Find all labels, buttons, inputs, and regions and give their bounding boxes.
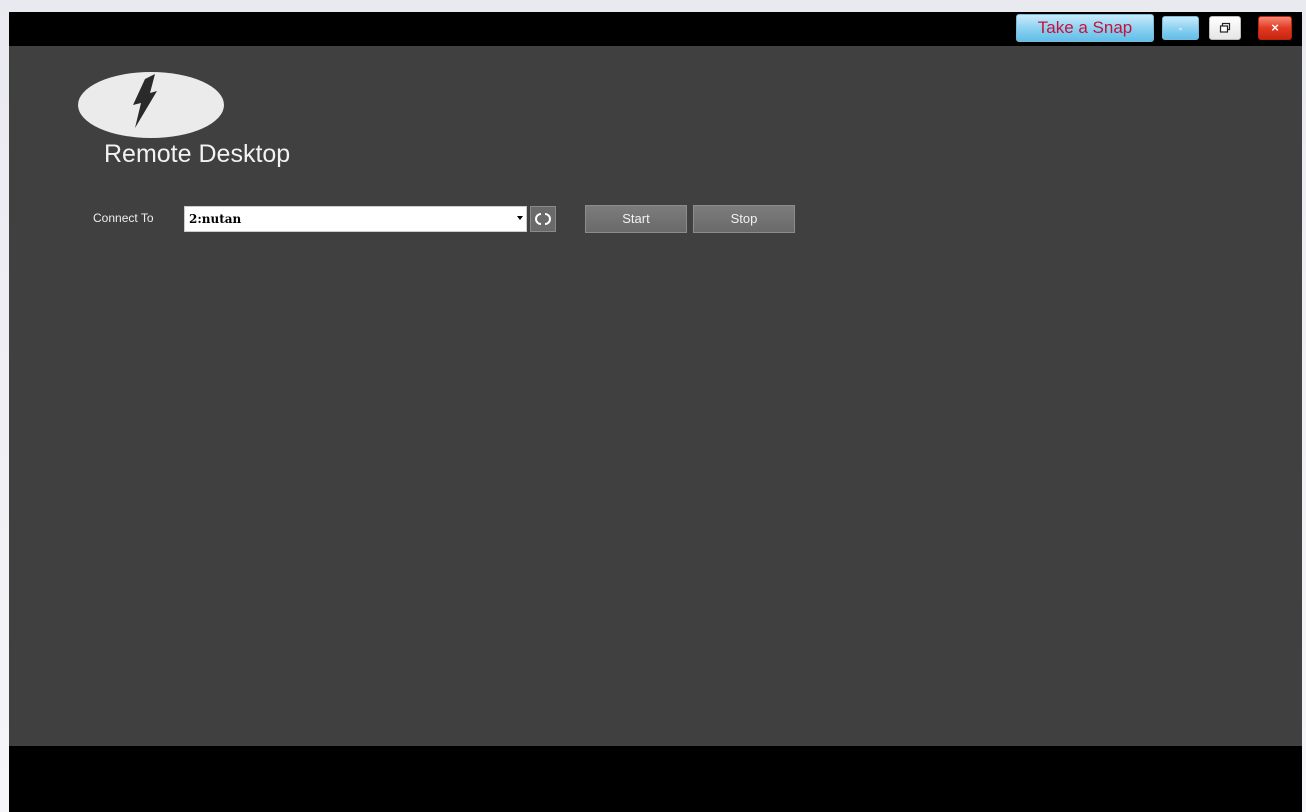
restore-button[interactable] bbox=[1209, 16, 1241, 40]
status-bar bbox=[9, 746, 1302, 812]
close-button[interactable]: × bbox=[1258, 16, 1292, 40]
restore-icon bbox=[1219, 22, 1231, 33]
refresh-button[interactable] bbox=[530, 206, 556, 232]
connect-to-label: Connect To bbox=[93, 211, 154, 225]
stop-button[interactable]: Stop bbox=[693, 205, 795, 233]
refresh-icon bbox=[535, 213, 551, 225]
title-bar: Take a Snap - × bbox=[9, 12, 1302, 46]
minimize-button[interactable]: - bbox=[1162, 16, 1199, 40]
app-logo bbox=[77, 71, 225, 139]
app-window: Take a Snap - × Remote Desktop Connect T… bbox=[9, 12, 1302, 812]
start-button[interactable]: Start bbox=[585, 205, 687, 233]
lightning-bolt-icon bbox=[78, 72, 224, 138]
app-title: Remote Desktop bbox=[104, 140, 291, 168]
chevron-down-icon bbox=[517, 216, 523, 220]
connect-to-dropdown[interactable]: 2:nutan bbox=[184, 206, 527, 232]
connect-to-value: 2:nutan bbox=[189, 212, 242, 226]
take-snap-button[interactable]: Take a Snap bbox=[1016, 14, 1154, 42]
